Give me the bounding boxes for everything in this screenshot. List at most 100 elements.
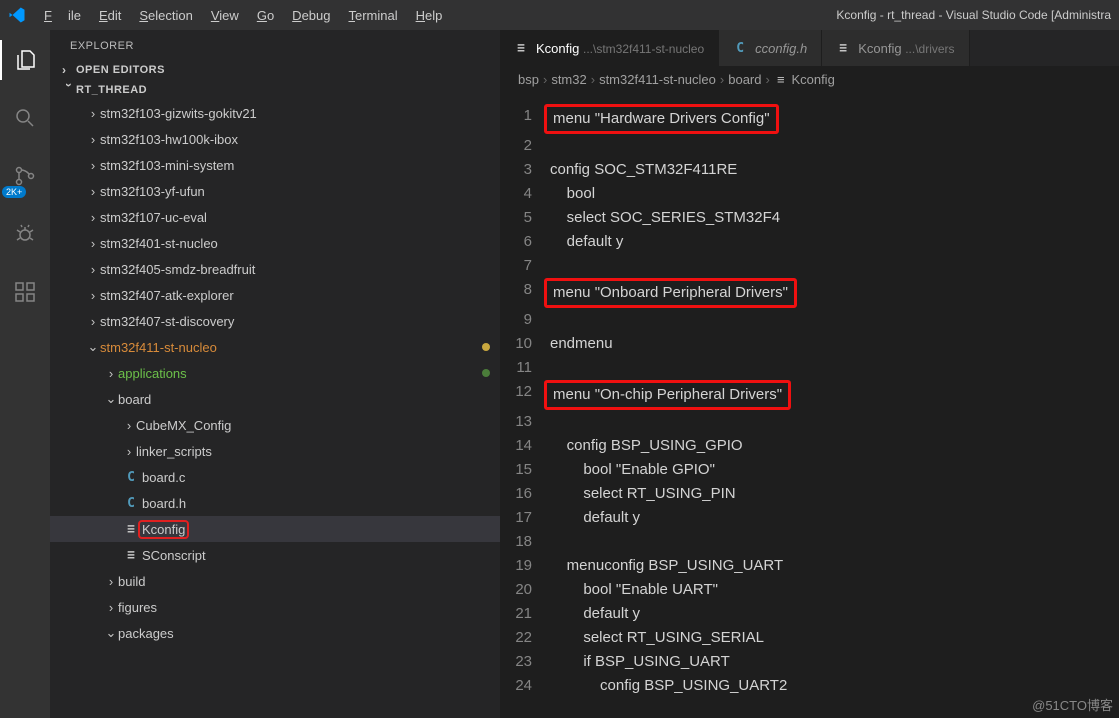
breadcrumbs[interactable]: bsp › stm32 › stm32f411-st-nucleo › board › ≡ Kc… — [500, 66, 1119, 92]
code-text: bool — [550, 182, 595, 206]
menu-go[interactable]: Go — [249, 4, 282, 27]
code-line[interactable]: 1menu "Hardware Drivers Config" — [500, 104, 1119, 134]
tree-item[interactable]: ›stm32f103-yf-ufun — [50, 178, 500, 204]
tree-item[interactable]: ›CubeMX_Config — [50, 412, 500, 438]
code-line[interactable]: 24 config BSP_USING_UART2 — [500, 674, 1119, 698]
activity-scm[interactable]: 2K+ — [0, 156, 50, 196]
tree-item[interactable]: ›stm32f103-gizwits-gokitv21 — [50, 100, 500, 126]
code-line[interactable]: 19 menuconfig BSP_USING_UART — [500, 554, 1119, 578]
code-line[interactable]: 9 — [500, 308, 1119, 332]
tree-item[interactable]: ›stm32f107-uc-eval — [50, 204, 500, 230]
bug-icon — [13, 222, 37, 246]
line-number: 17 — [500, 506, 550, 530]
activity-debug[interactable] — [0, 214, 50, 254]
tree-item[interactable]: ≡Kconfig — [50, 516, 500, 542]
status-dot — [482, 369, 490, 377]
line-number: 19 — [500, 554, 550, 578]
tree-item[interactable]: ›stm32f103-hw100k-ibox — [50, 126, 500, 152]
tree-item-label: stm32f411-st-nucleo — [100, 340, 482, 355]
twisty-icon: › — [104, 574, 118, 589]
code-line[interactable]: 22 select RT_USING_SERIAL — [500, 626, 1119, 650]
chevron-right-icon: › — [591, 72, 595, 87]
tree-item[interactable]: ›linker_scripts — [50, 438, 500, 464]
tree-item-label: packages — [118, 626, 490, 641]
line-number: 22 — [500, 626, 550, 650]
code-line[interactable]: 10endmenu — [500, 332, 1119, 356]
tree-item[interactable]: Cboard.c — [50, 464, 500, 490]
chevron-right-icon: › — [720, 72, 724, 87]
tree-item[interactable]: ›applications — [50, 360, 500, 386]
code-line[interactable]: 21 default y — [500, 602, 1119, 626]
tree-item[interactable]: ›build — [50, 568, 500, 594]
workspace-section[interactable]: › RT_THREAD — [50, 80, 500, 100]
code-line[interactable]: 4 bool — [500, 182, 1119, 206]
menu-help[interactable]: Help — [408, 4, 451, 27]
code-line[interactable]: 12menu "On-chip Peripheral Drivers" — [500, 380, 1119, 410]
twisty-icon: ⌄ — [86, 339, 100, 355]
tree-item[interactable]: ›stm32f103-mini-system — [50, 152, 500, 178]
code-line[interactable]: 17 default y — [500, 506, 1119, 530]
tree-item-label: applications — [118, 366, 482, 381]
chevron-right-icon: › — [543, 72, 547, 87]
line-number: 9 — [500, 308, 550, 332]
tree-item-label: stm32f107-uc-eval — [100, 210, 490, 225]
code-line[interactable]: 2 — [500, 134, 1119, 158]
file-tree[interactable]: ›stm32f103-gizwits-gokitv21›stm32f103-hw… — [50, 100, 500, 718]
code-line[interactable]: 23 if BSP_USING_UART — [500, 650, 1119, 674]
breadcrumb-item[interactable]: stm32 — [551, 72, 586, 87]
file-icon: ≡ — [514, 41, 528, 56]
twisty-icon: › — [86, 262, 100, 277]
activity-search[interactable] — [0, 98, 50, 138]
code-line[interactable]: 15 bool "Enable GPIO" — [500, 458, 1119, 482]
tree-item[interactable]: ⌄board — [50, 386, 500, 412]
tree-item[interactable]: Cboard.h — [50, 490, 500, 516]
code-line[interactable]: 8menu "Onboard Peripheral Drivers" — [500, 278, 1119, 308]
menu-selection[interactable]: Selection — [131, 4, 200, 27]
code-line[interactable]: 14 config BSP_USING_GPIO — [500, 434, 1119, 458]
code-line[interactable]: 6 default y — [500, 230, 1119, 254]
tree-item[interactable]: ≡SConscript — [50, 542, 500, 568]
code-line[interactable]: 20 bool "Enable UART" — [500, 578, 1119, 602]
twisty-icon: ⌄ — [104, 625, 118, 641]
tree-item[interactable]: ›stm32f407-atk-explorer — [50, 282, 500, 308]
menu-file[interactable]: File — [36, 4, 89, 27]
twisty-icon: › — [86, 132, 100, 147]
tree-item-label: stm32f103-yf-ufun — [100, 184, 490, 199]
editor-tab[interactable]: ≡Kconfig ...\drivers — [822, 30, 969, 66]
file-icon: ≡ — [836, 41, 850, 56]
menu-terminal[interactable]: Terminal — [340, 4, 405, 27]
breadcrumb-item[interactable]: stm32f411-st-nucleo — [599, 72, 716, 87]
tree-item[interactable]: ›stm32f407-st-discovery — [50, 308, 500, 334]
editor-tab[interactable]: ≡Kconfig ...\stm32f411-st-nucleo — [500, 30, 719, 66]
tree-item[interactable]: ⌄stm32f411-st-nucleo — [50, 334, 500, 360]
open-editors-section[interactable]: › OPEN EDITORS — [50, 60, 500, 80]
code-line[interactable]: 3config SOC_STM32F411RE — [500, 158, 1119, 182]
code-text: menu "Hardware Drivers Config" — [550, 104, 779, 134]
activity-extensions[interactable] — [0, 272, 50, 312]
tree-item[interactable]: ›stm32f401-st-nucleo — [50, 230, 500, 256]
tree-item-label: stm32f401-st-nucleo — [100, 236, 490, 251]
breadcrumb-item[interactable]: bsp — [518, 72, 539, 87]
code-line[interactable]: 11 — [500, 356, 1119, 380]
menu-view[interactable]: View — [203, 4, 247, 27]
code-line[interactable]: 5 select SOC_SERIES_STM32F4 — [500, 206, 1119, 230]
activity-explorer[interactable] — [0, 40, 50, 80]
menu-edit[interactable]: Edit — [91, 4, 129, 27]
breadcrumb-item[interactable]: board — [728, 72, 761, 87]
code-line[interactable]: 18 — [500, 530, 1119, 554]
line-number: 8 — [500, 278, 550, 308]
code-line[interactable]: 7 — [500, 254, 1119, 278]
tree-item-label: stm32f407-atk-explorer — [100, 288, 490, 303]
tree-item-label: SConscript — [142, 548, 490, 563]
tree-item-label: figures — [118, 600, 490, 615]
tree-item[interactable]: ›figures — [50, 594, 500, 620]
menu-debug[interactable]: Debug — [284, 4, 338, 27]
editor-tab[interactable]: Ccconfig.h — [719, 30, 822, 66]
code-line[interactable]: 13 — [500, 410, 1119, 434]
tree-item[interactable]: ⌄packages — [50, 620, 500, 646]
breadcrumb-item[interactable]: ≡ Kconfig — [774, 72, 835, 87]
code-line[interactable]: 16 select RT_USING_PIN — [500, 482, 1119, 506]
code-editor[interactable]: 1menu "Hardware Drivers Config"23config … — [500, 92, 1119, 718]
tree-item[interactable]: ›stm32f405-smdz-breadfruit — [50, 256, 500, 282]
chevron-right-icon: › — [765, 72, 769, 87]
